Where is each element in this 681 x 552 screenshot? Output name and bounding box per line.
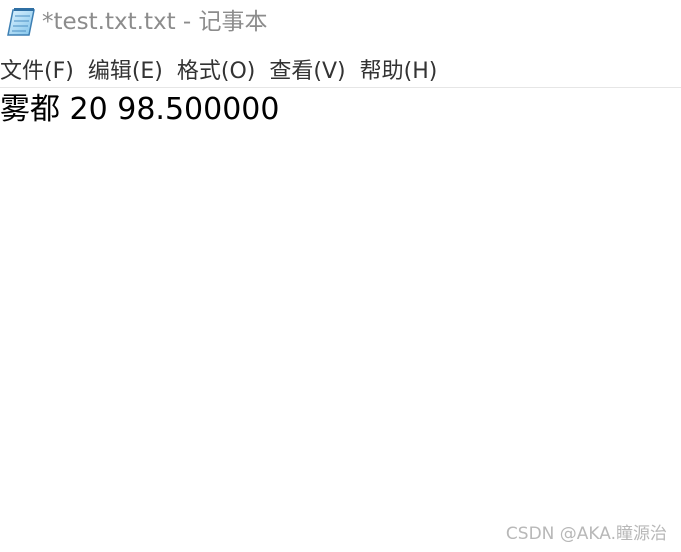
menu-edit[interactable]: 编辑(E) — [88, 53, 163, 85]
menu-bar: 文件(F) 编辑(E) 格式(O) 查看(V) 帮助(H) — [0, 52, 681, 86]
window-title: *test.txt.txt - 记事本 — [42, 9, 268, 35]
watermark: CSDN @AKA.瞳源治 — [505, 524, 667, 544]
text-editor[interactable]: 雾都 20 98.500000 — [0, 88, 681, 508]
menu-help[interactable]: 帮助(H) — [360, 53, 438, 85]
notepad-icon — [4, 6, 38, 38]
menu-view[interactable]: 查看(V) — [269, 53, 345, 85]
menu-format[interactable]: 格式(O) — [177, 53, 255, 85]
menu-file[interactable]: 文件(F) — [0, 53, 74, 85]
title-bar[interactable]: *test.txt.txt - 记事本 — [0, 0, 681, 44]
